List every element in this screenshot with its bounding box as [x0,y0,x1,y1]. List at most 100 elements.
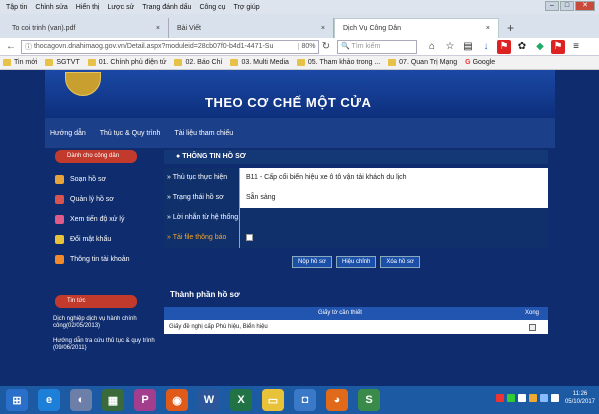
news-item[interactable]: Hướng dẫn tra cứu thủ tục & quy trình (0… [45,338,155,352]
pdf-icon[interactable]: ⚑ [497,39,511,54]
action-buttons: Nộp hồ sơ Hiệu chỉnh Xóa hồ sơ [164,256,548,268]
sidebar-item-compose[interactable]: Soạn hồ sơ [45,169,155,189]
banner-title: THEO CƠ CHẾ MỘT CỬA [205,95,372,110]
menu-tools[interactable]: Công cụ [199,4,225,11]
nav-procedures[interactable]: Thủ tục & Quy trình [100,130,161,137]
message-value [239,208,548,228]
delete-button[interactable]: Xóa hồ sơ [380,256,420,268]
national-emblem-icon [65,72,101,96]
tray-icon[interactable] [496,394,504,402]
folder-icon [3,59,11,66]
edit-button[interactable]: Hiệu chỉnh [335,256,377,268]
close-window-button[interactable]: ✕ [575,1,595,11]
user-icon [55,254,64,264]
app-icon[interactable]: ◘ [294,389,316,411]
bookmark-item[interactable]: 05. Tham khảo trong ... [296,59,380,66]
reload-icon[interactable]: ↻ [319,40,333,54]
nav-guide[interactable]: Hướng dẫn [50,130,86,137]
pdf-tool-icon[interactable]: ⚑ [551,39,565,54]
sidebar-header: Dành cho công dân [55,150,137,163]
tray-icon[interactable] [529,394,537,402]
close-icon[interactable]: × [321,25,325,32]
tab-pdf[interactable]: To coi trinh (van).pdf × [4,18,169,38]
folder-icon [296,59,305,66]
files-icon[interactable]: ▦ [102,389,124,411]
shield-icon[interactable]: ◆ [533,40,547,54]
menu-file[interactable]: Tập tin [6,4,27,11]
sidebar-item-manage[interactable]: Quản lý hồ sơ [45,189,155,209]
extension-icon[interactable]: ✿ [515,40,529,54]
menu-history[interactable]: Lược sử [107,4,134,11]
media-player-icon[interactable]: ◉ [166,389,188,411]
back-icon[interactable]: ← [4,40,18,54]
folder-icon [45,59,54,66]
folder-icon [388,59,397,66]
excel-icon[interactable]: X [230,389,252,411]
news-item[interactable]: Dịch nghiệp dịch vụ hành chính công(02/0… [45,316,155,330]
site-sidebar: Dành cho công dân Soạn hồ sơ Quản lý hồ … [45,150,155,382]
menu-icon[interactable]: ≡ [569,40,583,54]
tab-bar: To coi trinh (van).pdf × Bài Viết × Dịch V… [0,14,599,38]
tray-icon[interactable] [518,394,526,402]
search-input[interactable]: 🔍 Tìm kiếm [337,39,417,54]
sidebar-item-progress[interactable]: Xem tiến độ xử lý [45,209,155,229]
bookmarks-bar: Tin mới SGTVT 01. Chính phủ điện tử 02. … [0,56,599,70]
media-icon[interactable]: ◐ [70,389,92,411]
reading-list-icon[interactable]: ▤ [461,40,475,54]
bookmark-google[interactable]: G Google [465,59,495,66]
info-row: » Lời nhắn từ hệ thống [164,208,548,228]
components-title: Thành phần hồ sơ [170,290,240,299]
window-controls: – □ ✕ [544,1,595,11]
tab-bai-viet[interactable]: Bài Viết × [169,18,334,38]
new-tab-button[interactable]: + [499,18,522,38]
menu-help[interactable]: Trợ giúp [234,4,260,11]
news-header: Tin tức [55,295,137,308]
bookmark-item[interactable]: SGTVT [45,59,80,66]
minimize-button[interactable]: – [545,1,559,11]
bookmark-item[interactable]: 02. Báo Chí [174,59,222,66]
info-row: » Thủ tục thực hiện B11 - Cấp cổi biển hi… [164,168,548,188]
download-icon[interactable]: ↓ [479,40,493,54]
close-icon[interactable]: × [156,25,160,32]
folder-icon [230,59,239,66]
menu-bookmarks[interactable]: Trang đánh dấu [142,4,191,11]
url-bar[interactable]: ⓘ thocagovn.dnahimaog.gov.vn/Detail.aspx… [21,39,319,54]
tray-icon[interactable] [507,394,515,402]
volume-icon[interactable] [551,394,559,402]
sidebar-item-password[interactable]: Đổi mật khẩu [45,229,155,249]
nav-references[interactable]: Tài liệu tham chiếu [174,130,233,137]
sidebar-item-account[interactable]: Thông tin tài khoản [45,249,155,269]
skype-icon[interactable]: S [358,389,380,411]
bookmark-item[interactable]: 07. Quan Trị Mạng [388,59,457,66]
status-value: Sẵn sàng [239,188,548,208]
taskbar: ⊞ e ◐ ▦ P ◉ W X ▭ ◘ ◕ S 11:26 05/10/2017 [0,386,599,414]
toolbar: ⌂ ☆ ▤ ↓ ⚑ ✿ ◆ ⚑ ≡ [425,39,587,54]
zoom-level[interactable]: 80% [298,43,318,50]
tab-dich-vu-cong[interactable]: Dịch Vụ Công Dân × [334,18,499,38]
clock[interactable]: 11:26 05/10/2017 [565,390,595,406]
word-icon[interactable]: W [198,389,220,411]
info-icon: ⓘ [25,43,34,51]
firefox-icon[interactable]: ◕ [326,389,348,411]
menu-edit[interactable]: Chỉnh sửa [35,4,67,11]
bookmark-item[interactable]: Tin mới [3,59,37,66]
bookmark-item[interactable]: 03. Multi Media [230,59,289,66]
bookmark-item[interactable]: 01. Chính phủ điện tử [87,59,166,66]
star-icon[interactable]: ☆ [443,40,457,54]
folder-icon[interactable]: ▭ [262,389,284,411]
start-icon[interactable]: ⊞ [6,389,28,411]
home-icon[interactable]: ⌂ [425,40,439,54]
main-content: ● THÔNG TIN HỒ SƠ » Thủ tục thực hiện B11… [164,150,548,382]
submit-button[interactable]: Nộp hồ sơ [292,256,332,268]
info-row: » Tải file thông báo [164,228,548,248]
menu-view[interactable]: Hiển thị [76,4,100,11]
network-icon[interactable] [540,394,548,402]
app-icon[interactable]: P [134,389,156,411]
close-icon[interactable]: × [486,25,490,32]
maximize-button[interactable]: □ [560,1,574,11]
ie-icon[interactable]: e [38,389,60,411]
info-row: » Trạng thái hồ sơ Sẵn sàng [164,188,548,208]
done-checkbox[interactable] [528,323,536,331]
google-icon: G [465,59,471,66]
download-file-checkbox[interactable] [246,234,253,241]
